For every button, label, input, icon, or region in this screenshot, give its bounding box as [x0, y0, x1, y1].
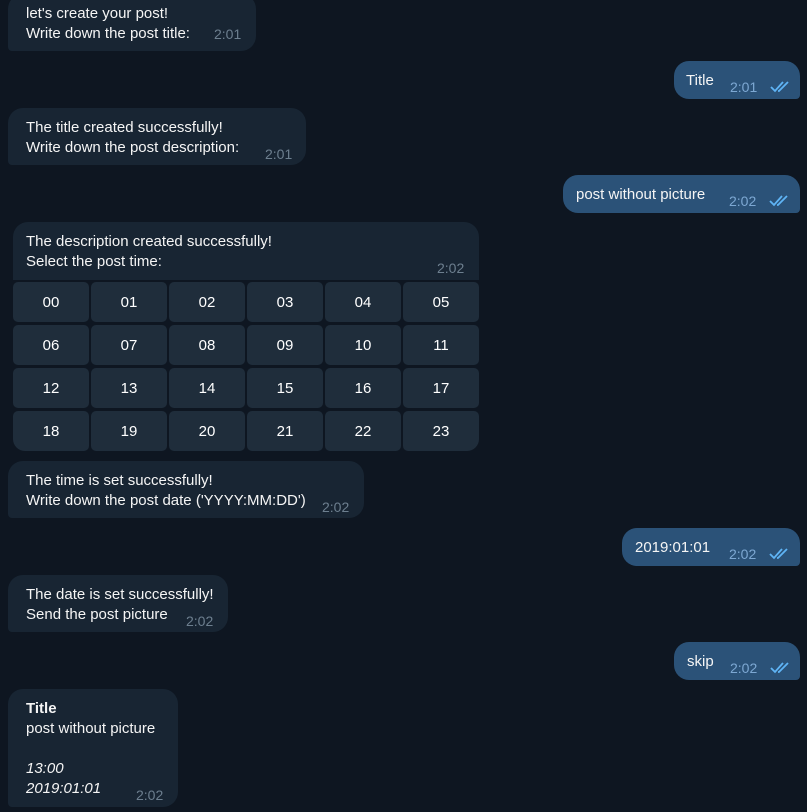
message-incoming: The title created successfully! Write do… — [8, 108, 306, 165]
time-button-21[interactable]: 21 — [247, 411, 323, 451]
time-button-10[interactable]: 10 — [325, 325, 401, 365]
time-button-12[interactable]: 12 — [13, 368, 89, 408]
message-outgoing: Title 2:01 — [674, 61, 800, 99]
double-check-icon — [769, 193, 791, 207]
time-button-03[interactable]: 03 — [247, 282, 323, 322]
time-button-04[interactable]: 04 — [325, 282, 401, 322]
time-button-22[interactable]: 22 — [325, 411, 401, 451]
time-button-00[interactable]: 00 — [13, 282, 89, 322]
time-button-02[interactable]: 02 — [169, 282, 245, 322]
message-time: 2:01 — [265, 146, 293, 162]
message-text: The description created successfully! Se… — [26, 233, 272, 270]
message-text: 2019:01:01 — [635, 539, 711, 556]
message-time: 2:02 — [186, 613, 214, 629]
message-time: 2:01 — [214, 26, 242, 42]
double-check-icon — [769, 546, 791, 560]
time-button-14[interactable]: 14 — [169, 368, 245, 408]
message-time: 2:02 — [322, 499, 350, 515]
post-time: 13:00 — [26, 760, 64, 777]
time-button-23[interactable]: 23 — [403, 411, 479, 451]
time-button-20[interactable]: 20 — [169, 411, 245, 451]
message-outgoing: skip 2:02 — [674, 642, 800, 680]
time-button-18[interactable]: 18 — [13, 411, 89, 451]
time-button-07[interactable]: 07 — [91, 325, 167, 365]
time-button-15[interactable]: 15 — [247, 368, 323, 408]
time-button-01[interactable]: 01 — [91, 282, 167, 322]
post-preview-message: Title post without picture 13:00 2019:01… — [8, 689, 178, 807]
message-incoming: let's create your post! Write down the p… — [8, 0, 256, 51]
time-button-08[interactable]: 08 — [169, 325, 245, 365]
message-incoming: The time is set successfully! Write down… — [8, 461, 364, 518]
message-text: skip — [687, 653, 714, 670]
message-time: 2:02 — [136, 787, 164, 803]
message-time: 2:01 — [730, 79, 758, 95]
time-button-05[interactable]: 05 — [403, 282, 479, 322]
message-text: post without picture — [576, 186, 706, 203]
message-outgoing: 2019:01:01 2:02 — [622, 528, 800, 566]
time-button-13[interactable]: 13 — [91, 368, 167, 408]
message-outgoing: post without picture 2:02 — [563, 175, 800, 213]
message-text: let's create your post! Write down the p… — [26, 5, 190, 42]
double-check-icon — [770, 660, 792, 674]
time-button-17[interactable]: 17 — [403, 368, 479, 408]
post-title: Title — [26, 700, 57, 717]
time-button-09[interactable]: 09 — [247, 325, 323, 365]
time-keyboard: 00 01 02 03 04 05 06 07 08 09 10 11 12 13 14 15 16 17 18 19… — [13, 282, 479, 451]
message-time: 2:02 — [437, 260, 465, 276]
time-button-19[interactable]: 19 — [91, 411, 167, 451]
message-time: 2:02 — [729, 193, 757, 209]
post-description: post without picture — [26, 720, 156, 737]
message-text: The time is set successfully! Write down… — [26, 472, 306, 509]
double-check-icon — [770, 79, 792, 93]
time-button-11[interactable]: 11 — [403, 325, 479, 365]
time-button-06[interactable]: 06 — [13, 325, 89, 365]
message-incoming: The description created successfully! Se… — [13, 222, 479, 280]
message-incoming: The date is set successfully! Send the p… — [8, 575, 228, 632]
message-time: 2:02 — [730, 660, 758, 676]
time-button-16[interactable]: 16 — [325, 368, 401, 408]
message-text: Title — [686, 72, 714, 89]
post-date: 2019:01:01 — [26, 780, 102, 797]
message-text: The title created successfully! Write do… — [26, 119, 240, 156]
message-time: 2:02 — [729, 546, 757, 562]
